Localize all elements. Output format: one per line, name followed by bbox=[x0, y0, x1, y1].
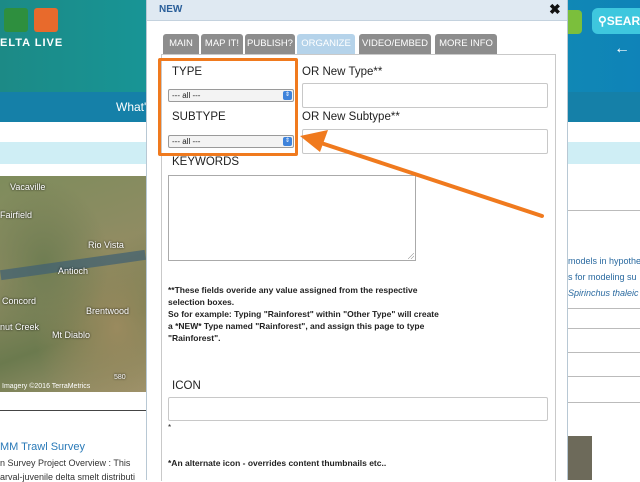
snippet-text[interactable]: s for modeling su bbox=[568, 272, 637, 282]
icon-note: *An alternate icon - overrides content t… bbox=[168, 458, 387, 468]
article-text: n Survey Project Overview : This bbox=[0, 458, 131, 468]
map-label: nut Creek bbox=[0, 322, 40, 332]
divider bbox=[568, 308, 640, 309]
map-view[interactable]: Vacaville Fairfield Rio Vista Antioch Co… bbox=[0, 176, 146, 392]
tab-main[interactable]: MAIN bbox=[163, 34, 199, 54]
divider bbox=[568, 352, 640, 353]
article-text: arval-juvenile delta smelt distributi bbox=[0, 472, 136, 482]
search-icon: ⚲ bbox=[598, 14, 607, 28]
tab-publish[interactable]: PUBLISH? bbox=[245, 34, 295, 54]
resize-grip-icon[interactable] bbox=[408, 253, 414, 259]
tab-organize[interactable]: ORGANIZE bbox=[297, 34, 355, 54]
snippet-text[interactable]: Spirinchus thaleic bbox=[568, 288, 639, 298]
divider bbox=[0, 410, 146, 411]
override-note-line: a *NEW* Type named "Rainforest", and ass… bbox=[168, 321, 425, 331]
modal-titlebar[interactable]: NEW ✖ bbox=[147, 0, 567, 21]
tab-map-it[interactable]: MAP IT! bbox=[201, 34, 243, 54]
site-brand: ELTA LIVE bbox=[0, 37, 64, 49]
modal-title: NEW bbox=[159, 4, 183, 15]
annotation-highlight-box bbox=[158, 58, 298, 156]
new-type-input[interactable] bbox=[302, 83, 548, 108]
override-note-line: **These fields overide any value assigne… bbox=[168, 285, 418, 295]
article-thumbnail[interactable] bbox=[568, 436, 592, 480]
nav-item[interactable]: What' bbox=[116, 100, 146, 114]
map-credit: Imagery ©2016 TerraMetrics bbox=[2, 383, 91, 390]
map-label: Rio Vista bbox=[88, 240, 124, 250]
override-note-line: selection boxes. bbox=[168, 297, 235, 307]
divider bbox=[568, 402, 640, 403]
snippet-text[interactable]: models in hypothe bbox=[568, 256, 640, 266]
new-subtype-input[interactable] bbox=[302, 129, 548, 154]
map-label: Vacaville bbox=[10, 182, 46, 192]
keywords-label: KEYWORDS bbox=[172, 156, 240, 168]
search-button[interactable]: ⚲SEAR bbox=[592, 8, 640, 34]
header-button-edge[interactable] bbox=[568, 10, 582, 34]
divider bbox=[568, 210, 640, 211]
keywords-textarea[interactable] bbox=[168, 175, 416, 261]
tab-video-embed[interactable]: VIDEO/EMBED bbox=[359, 34, 431, 54]
map-label: Brentwood bbox=[86, 306, 130, 316]
override-note-line: "Rainforest". bbox=[168, 333, 221, 343]
article-title[interactable]: MM Trawl Survey bbox=[0, 441, 85, 453]
icon-input[interactable] bbox=[168, 397, 548, 421]
override-note-line: So for example: Typing "Rainforest" with… bbox=[168, 309, 439, 319]
new-type-label: OR New Type** bbox=[302, 66, 383, 78]
map-label: Fairfield bbox=[0, 210, 33, 220]
divider bbox=[568, 376, 640, 377]
close-icon[interactable]: ✖ bbox=[549, 1, 561, 18]
new-subtype-label: OR New Subtype** bbox=[302, 111, 400, 123]
tab-more-info[interactable]: MORE INFO bbox=[435, 34, 497, 54]
icon-label: ICON bbox=[172, 380, 201, 392]
logo-leaf-icon bbox=[4, 8, 28, 32]
search-label: SEAR bbox=[606, 14, 640, 28]
icon-required-marker: * bbox=[168, 423, 172, 432]
map-label: Concord bbox=[2, 296, 37, 306]
map-label: Antioch bbox=[58, 266, 89, 276]
back-arrow-icon[interactable]: ← bbox=[614, 40, 630, 58]
road-marker: 580 bbox=[114, 374, 126, 381]
logo-bird-icon bbox=[34, 8, 58, 32]
map-label: Mt Diablo bbox=[52, 330, 91, 340]
divider bbox=[568, 328, 640, 329]
